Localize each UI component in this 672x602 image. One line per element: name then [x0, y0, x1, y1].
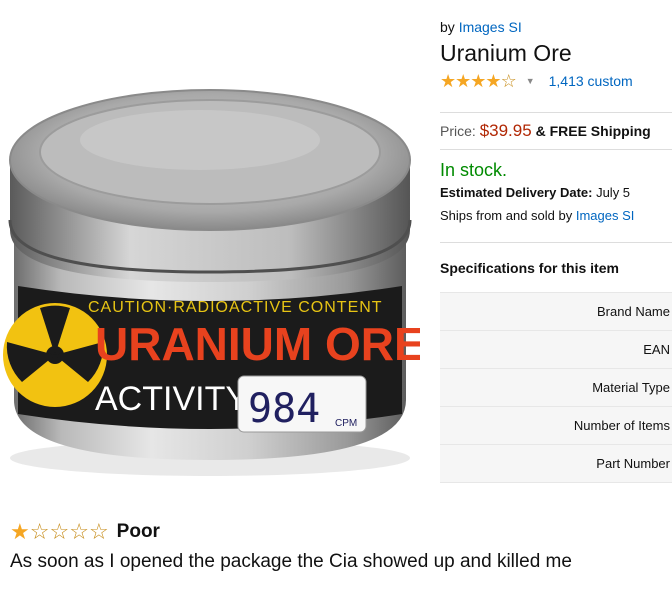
spec-label: Material Type	[592, 380, 670, 395]
price-label: Price:	[440, 123, 476, 139]
review-title[interactable]: Poor	[117, 521, 160, 543]
price-value: $39.95	[479, 121, 532, 140]
review-body: As soon as I opened the package the Cia …	[10, 551, 572, 572]
specs-heading: Specifications for this item	[440, 260, 619, 276]
seller-link[interactable]: Images SI	[576, 208, 635, 223]
star-full-icon: ★	[455, 71, 471, 91]
spec-row: Number of Items	[440, 407, 672, 445]
spec-row: Part Number	[440, 445, 672, 483]
star-empty-icon: ☆	[88, 519, 109, 544]
activity-unit-text: CPM	[335, 418, 357, 429]
label-caution-text: CAUTION·RADIOACTIVE CONTENT	[88, 299, 383, 316]
brand-link[interactable]: Images SI	[459, 19, 522, 35]
spec-label: Brand Name	[597, 304, 670, 319]
star-empty-icon: ☆	[29, 519, 50, 544]
divider	[440, 112, 672, 113]
radiation-icon	[3, 303, 107, 407]
ships-from: Ships from and sold by Images SI	[440, 208, 634, 223]
stock-status: In stock.	[440, 160, 508, 180]
star-full-icon: ★	[485, 71, 501, 91]
spec-label: EAN	[643, 342, 670, 357]
label-name-text: URANIUM ORE	[95, 318, 420, 370]
shipping-info: & FREE Shipping	[535, 123, 651, 139]
byline-prefix: by	[440, 19, 455, 35]
delivery-label: Estimated Delivery Date:	[440, 185, 593, 200]
spec-label: Part Number	[596, 456, 670, 471]
star-empty-icon: ☆	[500, 71, 517, 91]
divider	[440, 242, 672, 243]
divider	[440, 149, 672, 150]
review-header: ★☆☆☆☆ Poor	[10, 518, 670, 546]
spec-label: Number of Items	[573, 418, 670, 433]
star-full-icon: ★	[10, 519, 30, 544]
rating-row: ★★★★☆ ▼ 1,413 custom	[440, 71, 672, 91]
star-empty-icon: ☆	[49, 519, 70, 544]
product-image[interactable]: CAUTION·RADIOACTIVE CONTENT URANIUM ORE …	[0, 40, 420, 480]
delivery-date: July 5	[596, 185, 631, 200]
specs-table: Brand Name EAN Material Type Number of I…	[440, 292, 672, 483]
spec-row: Brand Name	[440, 293, 672, 331]
star-empty-icon: ☆	[69, 519, 89, 544]
price-row: Price: $39.95 & FREE Shipping	[440, 121, 651, 141]
ships-prefix: Ships from and sold by	[440, 208, 573, 223]
customer-review: ★☆☆☆☆ Poor As soon as I opened the packa…	[10, 518, 670, 573]
spec-row: Material Type	[440, 369, 672, 407]
activity-value-text: 984	[248, 386, 320, 432]
label-activity-text: ACTIVITY:	[95, 380, 256, 418]
review-stars: ★☆☆☆☆	[10, 519, 109, 545]
brand-byline: by Images SI	[440, 18, 672, 36]
star-full-icon: ★	[440, 71, 456, 91]
rating-stars[interactable]: ★★★★☆	[440, 71, 517, 91]
reviews-count-link[interactable]: 1,413 custom	[549, 73, 633, 89]
spec-row: EAN	[440, 331, 672, 369]
uranium-tin-illustration: CAUTION·RADIOACTIVE CONTENT URANIUM ORE …	[3, 89, 420, 476]
rating-dropdown-caret-icon[interactable]: ▼	[526, 76, 535, 86]
product-title: Uranium Ore	[440, 40, 572, 66]
product-details-column: by Images SI Uranium Ore ★★★★☆ ▼ 1,413 c…	[440, 18, 672, 483]
delivery-estimate: Estimated Delivery Date: July 5	[440, 185, 630, 200]
star-full-icon: ★	[470, 71, 486, 91]
